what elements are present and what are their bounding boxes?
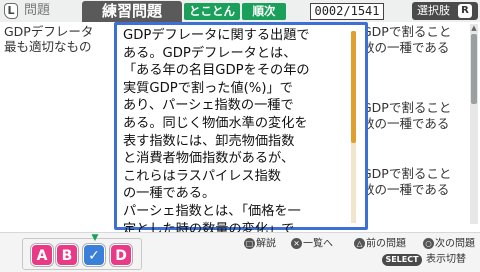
hint-next-label: 次の問題 xyxy=(435,238,475,250)
hint-prev-label: 前の問題 xyxy=(366,238,406,250)
hint-prev[interactable]: △ 前の問題 xyxy=(354,238,406,251)
hint-next[interactable]: ○ 次の問題 xyxy=(423,238,475,251)
popup-scrollbar-thumb[interactable] xyxy=(351,31,356,143)
select-button[interactable]: SELECT xyxy=(382,254,422,266)
tab-question[interactable]: 問題 xyxy=(24,3,50,19)
order-badge: 順次 xyxy=(242,3,286,20)
question-counter: 0002/1541 xyxy=(310,3,384,20)
hint-explain[interactable]: □ 解説 xyxy=(244,238,276,251)
choice-text: GDPで割ること xyxy=(362,100,452,115)
hint-list-label: 一覧へ xyxy=(303,238,333,250)
select-label: 表示切替 xyxy=(426,254,466,265)
choice-text: GDPで割ること xyxy=(362,24,452,39)
answer-b-button[interactable]: B xyxy=(56,244,78,266)
choices-tab-label: 選択肢 xyxy=(417,4,450,17)
l-button-icon[interactable]: L xyxy=(4,3,18,19)
r-button-icon[interactable]: R xyxy=(458,4,472,18)
explanation-popup: GDPデフレータに関する出題で ある。GDPデフレータとは、 「ある年の名目GD… xyxy=(114,22,368,237)
answer-d-button[interactable]: D xyxy=(110,244,132,266)
explanation-text: GDPデフレータに関する出題で ある。GDPデフレータとは、 「ある年の名目GD… xyxy=(123,28,310,237)
question-text-line: GDPデフレータ xyxy=(4,24,94,39)
cross-button-icon: ✕ xyxy=(291,238,302,249)
answer-c-button[interactable]: ✓ xyxy=(83,244,105,266)
triangle-button-icon: △ xyxy=(354,238,365,249)
question-text-line: 最も適切なもの xyxy=(4,39,92,54)
page-title: 練習問題 xyxy=(82,1,182,22)
hint-explain-label: 解説 xyxy=(256,238,276,250)
scrollbar-thumb[interactable] xyxy=(471,34,477,104)
choice-text: 数の一種である xyxy=(362,182,450,197)
hint-list[interactable]: ✕ 一覧へ xyxy=(291,238,333,251)
selected-marker-icon: ▼ xyxy=(91,233,99,243)
mode-badge: とことん xyxy=(184,3,240,20)
top-bar xyxy=(0,0,480,22)
choice-text: 数の一種である xyxy=(362,116,450,131)
choice-text: GDPで割ること xyxy=(362,166,452,181)
scroll-up-icon[interactable]: ▲ xyxy=(470,24,478,32)
square-button-icon: □ xyxy=(244,238,255,249)
circle-button-icon: ○ xyxy=(423,238,434,249)
answer-a-button[interactable]: A xyxy=(31,244,53,266)
choice-text: 数の一種である xyxy=(362,40,450,55)
